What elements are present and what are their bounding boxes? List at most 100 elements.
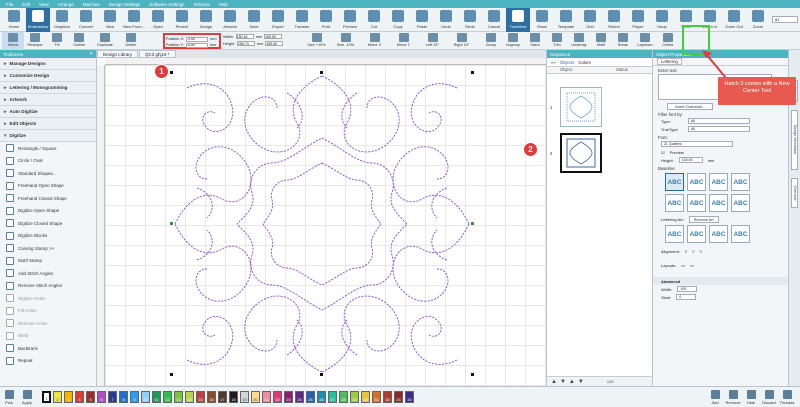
transform-button-1[interactable]: Size -10% [331, 32, 360, 50]
new-from--button[interactable]: New From... [122, 8, 146, 32]
delete-button[interactable]: Delete [120, 32, 142, 50]
zoom-button[interactable]: Zoom [746, 8, 770, 32]
slant-prop-input[interactable]: 0 [676, 294, 697, 300]
menu-item-design-settings[interactable]: Design Settings [109, 2, 141, 7]
lettering-art-option[interactable]: ABC [665, 225, 684, 243]
color-swatch[interactable]: 28 [339, 391, 348, 403]
transform-button-2[interactable]: Mirror X [360, 32, 389, 50]
center-button[interactable]: Center [656, 32, 680, 50]
color-swatch[interactable]: 26 [317, 391, 326, 403]
menu-item-software-settings[interactable]: Software Settings [149, 2, 184, 7]
copy-button[interactable]: Copy [386, 8, 410, 32]
outline-button[interactable]: Outline [68, 32, 90, 50]
baseline-option[interactable]: ABC [709, 173, 728, 191]
truetype-select[interactable]: All [688, 126, 750, 132]
menu-item-window[interactable]: Window [194, 2, 210, 7]
color-swatch[interactable]: 17 [218, 391, 227, 403]
tool-freehand-open-shape[interactable]: Freehand Open Shape [0, 180, 96, 193]
underlay-button[interactable]: Underlay [568, 32, 590, 50]
baseline-option[interactable]: ABC [687, 194, 706, 212]
position-x-input[interactable] [186, 36, 209, 42]
height-prop-input[interactable]: 130.00 [678, 157, 703, 163]
tool-digitize-blocks[interactable]: Digitize Blocks [0, 230, 96, 243]
tool-digitize-open-shape[interactable]: Digitize Open Shape [0, 205, 96, 218]
preview-button[interactable]: Preview [338, 8, 362, 32]
new-button[interactable]: New [98, 8, 122, 32]
remove-tool[interactable]: Remove [724, 389, 742, 405]
tool-remove-stitch-angles[interactable]: Remove Stitch Angles [0, 280, 96, 293]
tool-rectangle-square[interactable]: Rectangle / Square [0, 142, 96, 155]
tool-freehand-closed-shape[interactable]: Freehand Closed Shape [0, 192, 96, 205]
cancel-button[interactable]: Cancel [482, 8, 506, 32]
menu-item-view[interactable]: View [39, 2, 49, 7]
print-button[interactable]: Print [314, 8, 338, 32]
color-swatch[interactable]: 8 [119, 391, 128, 403]
color-swatch[interactable]: 14 [185, 391, 194, 403]
move-down-icon[interactable]: ▼ [560, 379, 566, 385]
design-canvas[interactable]: Design Library QC3 ghj19 * 1 [97, 50, 546, 386]
section-artwork[interactable]: Artwork [0, 94, 96, 106]
width-input[interactable] [235, 34, 254, 39]
canvas-tab-1[interactable]: QC3 ghj19 * [139, 50, 176, 58]
color-swatch[interactable]: 27 [328, 391, 337, 403]
width-prop-input[interactable]: 100 [677, 286, 698, 292]
color-swatch[interactable]: 12 [163, 391, 172, 403]
redo-button[interactable]: Redo [458, 8, 482, 32]
select-button[interactable]: Select [2, 32, 24, 50]
tool-circle-oval[interactable]: Circle / Oval [0, 155, 96, 168]
pick-tool[interactable]: Pick [0, 389, 18, 405]
tool-repeat[interactable]: Repeat [0, 355, 96, 368]
baseline-option[interactable]: ABC [731, 173, 750, 191]
side-tab-overview[interactable]: Overview [791, 178, 798, 208]
fill-button[interactable]: Fill [46, 32, 68, 50]
color-swatch[interactable]: 1 [42, 391, 51, 403]
transform-button-0[interactable]: Size +10% [302, 32, 331, 50]
color-swatch[interactable]: 18 [229, 391, 238, 403]
color-swatch[interactable]: 25 [306, 391, 315, 403]
apply-tool[interactable]: Apply [18, 389, 36, 405]
menu-item-machine[interactable]: Machine [83, 2, 100, 7]
lettering-art-option[interactable]: ABC [709, 225, 728, 243]
break-button[interactable]: Break [612, 32, 634, 50]
color-swatch[interactable]: 34 [405, 391, 414, 403]
color-swatch[interactable]: 21 [262, 391, 271, 403]
paste-button[interactable]: Paste [410, 8, 434, 32]
recent-button[interactable]: Recent [170, 8, 194, 32]
show-button[interactable]: Show [530, 8, 554, 32]
tool-weld[interactable]: Weld [0, 330, 96, 343]
color-swatch[interactable]: 30 [361, 391, 370, 403]
tool-standard-shapes-[interactable]: Standard Shapes... [0, 167, 96, 180]
ungroup-button[interactable]: Ungroup [502, 32, 524, 50]
section-lettering-monogramming[interactable]: Lettering / Monogramming [0, 82, 96, 94]
tool-backtrack[interactable]: Backtrack [0, 342, 96, 355]
save-button[interactable]: Save [242, 8, 266, 32]
sequence-row[interactable]: 2 [550, 132, 650, 174]
group-button[interactable]: Group [480, 32, 502, 50]
artwork-button[interactable]: Artwork [218, 8, 242, 32]
color-swatch[interactable]: 23 [284, 391, 293, 403]
template-button[interactable]: Template [554, 8, 578, 32]
cut-button[interactable]: Cut [362, 8, 386, 32]
color-swatch[interactable]: 24 [295, 391, 304, 403]
export-button[interactable]: Export [266, 8, 290, 32]
font-select[interactable]: ZL Quilters [661, 141, 733, 147]
height-pct-input[interactable] [265, 41, 284, 46]
color-swatch[interactable]: 6 [97, 391, 106, 403]
trim-button[interactable]: Trim [546, 32, 568, 50]
remove-art-button[interactable]: Remove Art [688, 215, 719, 223]
sequence-row[interactable]: 1 [550, 86, 650, 128]
add-tool[interactable]: Add [706, 389, 724, 405]
type-select[interactable]: All [688, 118, 750, 124]
position-y-input[interactable] [185, 42, 208, 48]
player-button[interactable]: Player [626, 8, 650, 32]
baseline-option[interactable]: ABC [709, 194, 728, 212]
motif-button[interactable]: Motif [590, 32, 612, 50]
transform-button-4[interactable]: Left 15° [418, 32, 447, 50]
hoop-button[interactable]: Hoop [650, 8, 674, 32]
canvas-tab-0[interactable]: Design Library [97, 50, 139, 58]
tool-digitize-closed-shape[interactable]: Digitize Closed Shape [0, 217, 96, 230]
color-swatch[interactable]: 9 [130, 391, 139, 403]
menu-item-arrange[interactable]: Arrange [58, 2, 74, 7]
align-center-icon[interactable]: ≡ [692, 249, 694, 254]
transfer-button[interactable]: Transfer [290, 8, 314, 32]
